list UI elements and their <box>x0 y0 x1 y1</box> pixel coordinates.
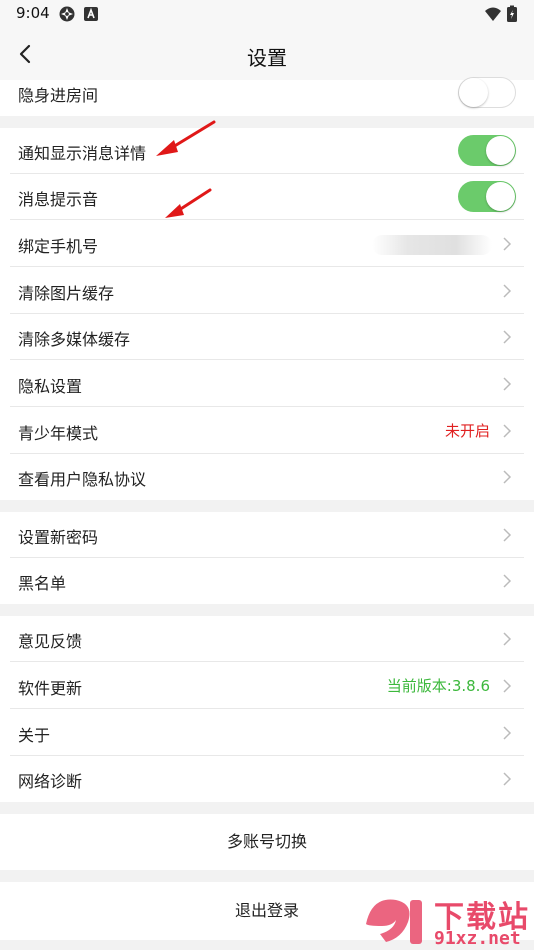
settings-row-network-diagnosis[interactable]: 网络诊断 <box>0 756 534 802</box>
settings-row-feedback[interactable]: 意见反馈 <box>0 616 534 662</box>
row-label: 青少年模式 <box>18 424 99 443</box>
chevron-right-icon <box>503 632 512 646</box>
settings-row-teen-mode[interactable]: 青少年模式 未开启 <box>0 408 534 454</box>
chevron-right-icon <box>503 470 512 484</box>
chevron-right-icon <box>503 330 512 344</box>
row-label: 软件更新 <box>18 679 83 698</box>
row-label: 消息提示音 <box>18 190 99 209</box>
wifi-icon <box>485 7 501 21</box>
settings-row-message-sound[interactable]: 消息提示音 <box>0 174 534 220</box>
row-label: 绑定手机号 <box>18 237 99 256</box>
status-bar: 9:04 <box>0 0 534 28</box>
annotation-arrow-icon <box>156 120 216 156</box>
chevron-right-icon <box>503 424 512 438</box>
row-label: 隐身进房间 <box>18 86 99 105</box>
chevron-right-icon <box>503 284 512 298</box>
row-label: 网络诊断 <box>18 772 83 791</box>
settings-group-account: 设置新密码 黑名单 <box>0 512 534 604</box>
settings-row-privacy-settings[interactable]: 隐私设置 <box>0 361 534 407</box>
row-label: 意见反馈 <box>18 632 83 651</box>
settings-sync-icon <box>59 6 75 22</box>
chevron-right-icon <box>503 528 512 542</box>
row-label: 通知显示消息详情 <box>18 144 147 163</box>
a-badge-icon <box>84 7 98 21</box>
chevron-right-icon <box>503 679 512 693</box>
teen-mode-status: 未开启 <box>444 422 490 440</box>
chevron-right-icon <box>503 377 512 391</box>
invisible-enter-toggle[interactable] <box>458 77 516 108</box>
row-label: 黑名单 <box>18 574 67 593</box>
blurred-phone-value <box>372 235 492 255</box>
watermark-91-icon <box>366 899 422 944</box>
row-label: 设置新密码 <box>18 528 99 547</box>
settings-row-blacklist[interactable]: 黑名单 <box>0 558 534 604</box>
settings-row-bind-phone[interactable]: 绑定手机号 <box>0 221 534 267</box>
divider <box>10 661 524 662</box>
current-version: 当前版本:3.8.6 <box>386 677 490 695</box>
settings-row-clear-media-cache[interactable]: 清除多媒体缓存 <box>0 314 534 360</box>
chevron-right-icon <box>503 772 512 786</box>
divider <box>10 219 524 220</box>
settings-row-invisible-enter[interactable]: 隐身进房间 <box>0 70 534 116</box>
chevron-right-icon <box>503 726 512 740</box>
settings-row-about[interactable]: 关于 <box>0 710 534 756</box>
watermark-url: 91xz.net <box>434 928 521 949</box>
row-label: 查看用户隐私协议 <box>18 470 147 489</box>
status-time: 9:04 <box>16 4 50 22</box>
page-title: 设置 <box>247 46 287 70</box>
settings-row-set-password[interactable]: 设置新密码 <box>0 512 534 558</box>
row-label: 关于 <box>18 726 51 745</box>
chevron-right-icon <box>503 574 512 588</box>
settings-row-clear-image-cache[interactable]: 清除图片缓存 <box>0 268 534 314</box>
chevron-right-icon <box>503 237 512 251</box>
settings-group-misc: 意见反馈 软件更新 当前版本:3.8.6 关于 网络诊断 <box>0 616 534 802</box>
settings-row-notification-details[interactable]: 通知显示消息详情 <box>0 128 534 174</box>
settings-group-main: 通知显示消息详情 消息提示音 绑定手机号 清除图片缓存 清除多媒体缓存 隐私设置… <box>0 128 534 500</box>
row-label: 清除多媒体缓存 <box>18 330 131 349</box>
divider <box>10 708 524 709</box>
watermark-logo: 下载站 91xz.net <box>362 890 534 950</box>
row-label: 清除图片缓存 <box>18 284 115 303</box>
battery-icon <box>507 5 517 22</box>
row-label: 隐私设置 <box>18 377 83 396</box>
divider <box>10 266 524 267</box>
notification-details-toggle[interactable] <box>458 135 516 166</box>
message-sound-toggle[interactable] <box>458 181 516 212</box>
settings-row-software-update[interactable]: 软件更新 当前版本:3.8.6 <box>0 663 534 709</box>
divider <box>10 359 524 360</box>
switch-account-button[interactable]: 多账号切换 <box>0 814 534 870</box>
settings-row-privacy-policy[interactable]: 查看用户隐私协议 <box>0 454 534 500</box>
annotation-arrow-icon <box>165 188 212 218</box>
settings-group-privacy: 隐身进房间 <box>0 77 534 116</box>
divider <box>10 406 524 407</box>
